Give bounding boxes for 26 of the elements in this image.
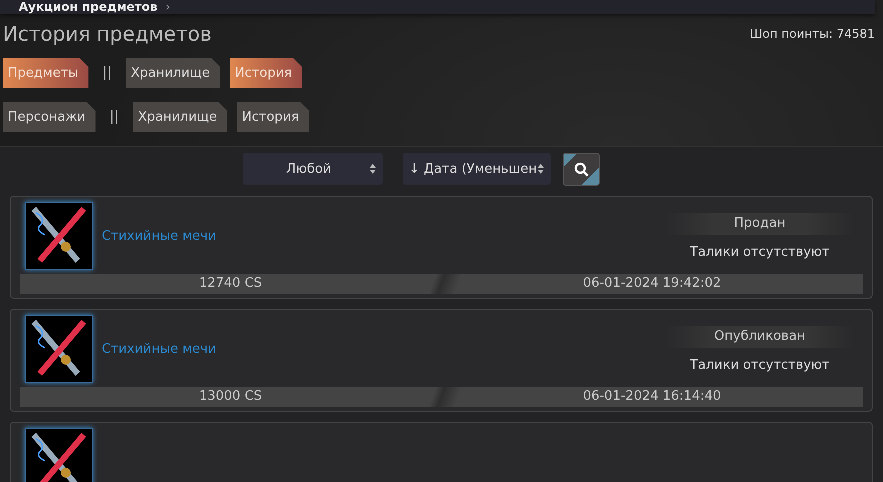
item-date: 06-01-2024 16:14:40 [582, 388, 722, 406]
sort-select[interactable]: ↓ Дата (Уменьшен [403, 153, 551, 185]
item-name-link[interactable]: Стихийные мечи [102, 342, 665, 356]
select-value: Любой [285, 162, 333, 176]
search-button[interactable] [563, 153, 600, 186]
page-title: История предметов [3, 22, 212, 46]
breadcrumb-link[interactable]: Аукцион предметов [19, 0, 158, 14]
separator: || [102, 65, 114, 81]
item-price: 13000 CS [198, 388, 264, 406]
sort-arrows-icon [369, 163, 377, 175]
taliks-text: Талики отсутствуют [690, 358, 830, 372]
nav-tab[interactable]: Персонажи [3, 102, 96, 132]
shop-points: Шоп поинты: 74581 [750, 27, 875, 41]
taliks-text: Талики отсутствуют [690, 244, 830, 260]
separator: || [108, 109, 120, 125]
search-icon [574, 162, 590, 178]
item-date: 06-01-2024 19:42:02 [582, 275, 722, 293]
chevron-icon: › [166, 0, 171, 14]
nav-tab[interactable]: История [237, 102, 310, 132]
type-select[interactable]: Любой [243, 153, 383, 185]
nav-tab[interactable]: Хранилище [133, 102, 228, 132]
item-price: 12740 CS [198, 275, 264, 293]
select-value: ↓ Дата (Уменьшен [409, 162, 537, 176]
sort-arrows-icon [537, 163, 545, 175]
item-name-link[interactable]: Стихийные мечи [102, 228, 665, 244]
nav-tab[interactable]: Хранилище [126, 58, 220, 88]
